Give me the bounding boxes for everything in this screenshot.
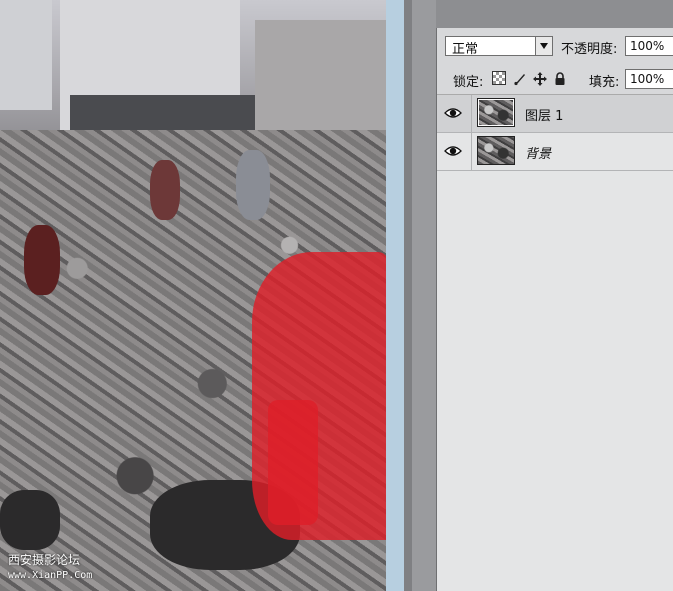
photo-building <box>0 0 52 110</box>
panel-dock-edge <box>412 0 436 591</box>
layer-thumbnail <box>477 98 515 127</box>
photo-figure <box>150 160 180 220</box>
column-divider <box>471 133 472 170</box>
opacity-input[interactable]: 100% <box>625 36 673 56</box>
watermark-title: 西安摄影论坛 <box>8 553 81 567</box>
layer-row-layer1[interactable]: 图层 1 <box>437 95 673 133</box>
opacity-label: 不透明度: <box>561 42 618 57</box>
eye-icon[interactable] <box>443 103 463 123</box>
layer-row-background[interactable]: 背景 <box>437 133 673 171</box>
fill-input[interactable]: 100% <box>625 69 673 89</box>
document-canvas[interactable]: 西安摄影论坛 www.XianPP.Com <box>0 0 386 591</box>
brush-icon[interactable] <box>513 71 527 86</box>
blend-mode-select[interactable]: 正常 <box>445 36 553 57</box>
lock-transparent-pixels-icon[interactable] <box>492 71 506 85</box>
watermark: 西安摄影论坛 www.XianPP.Com <box>8 553 92 583</box>
photo-figure <box>236 150 270 220</box>
workspace-gutter <box>404 0 412 591</box>
layer-thumbnail <box>477 136 515 165</box>
layers-panel-options: 正常 不透明度: 100% 锁定: 填充: 100% <box>437 28 673 95</box>
move-icon[interactable] <box>533 71 547 86</box>
lock-label: 锁定: <box>453 75 484 90</box>
lock-icon[interactable] <box>553 71 567 85</box>
column-divider <box>471 95 472 132</box>
photo-shadow <box>0 490 60 550</box>
watermark-url: www.XianPP.Com <box>8 570 93 581</box>
photo-figure <box>24 225 60 295</box>
canvas-edge <box>386 0 404 591</box>
triangle-down-icon[interactable] <box>535 37 552 55</box>
fill-label: 填充: <box>589 75 620 90</box>
layer-name[interactable]: 背景 <box>525 143 551 162</box>
layers-panel: 正常 不透明度: 100% 锁定: 填充: 100% 图层 1 背景 <box>436 28 673 591</box>
quick-mask-overlay <box>268 400 318 525</box>
blend-mode-value: 正常 <box>452 42 479 57</box>
eye-icon[interactable] <box>443 141 463 161</box>
layer-name[interactable]: 图层 1 <box>525 105 563 124</box>
